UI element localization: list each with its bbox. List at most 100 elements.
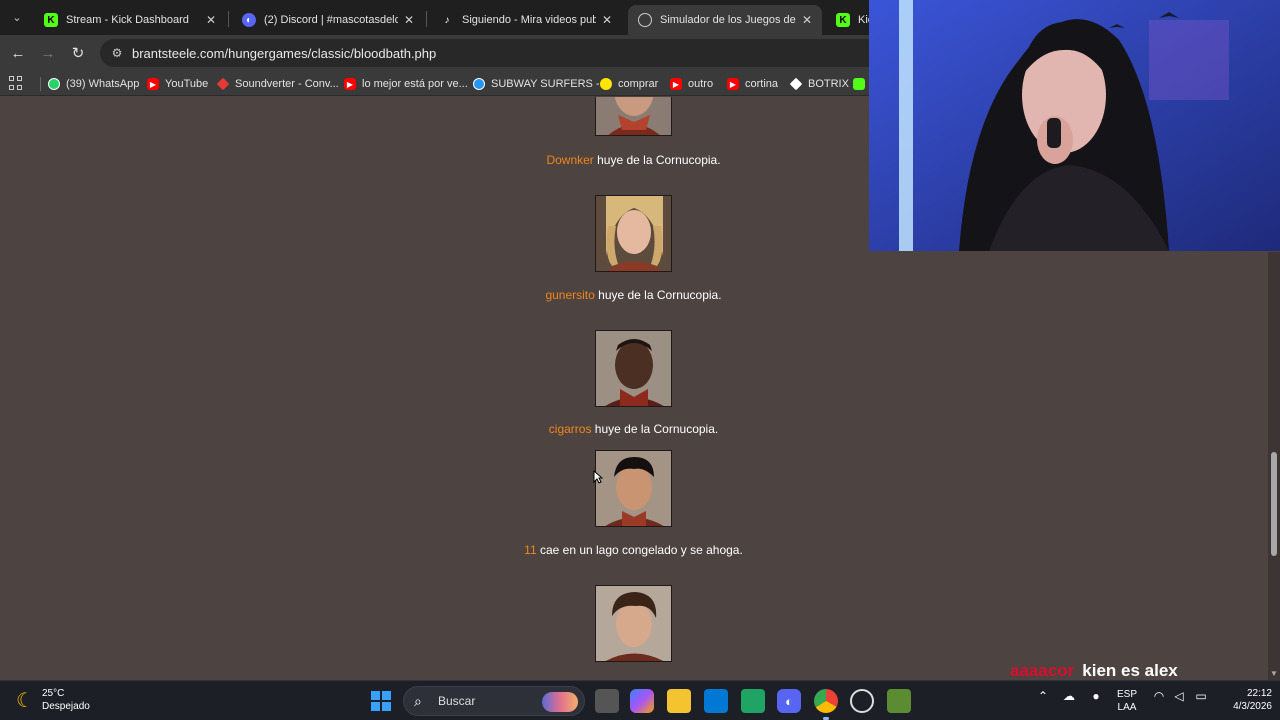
tribute-portrait	[595, 585, 672, 662]
chrome-icon[interactable]	[814, 689, 838, 713]
site-info-icon[interactable]: ⚙	[110, 46, 124, 60]
apps-grid-icon[interactable]	[9, 76, 23, 90]
webcam-overlay	[869, 0, 1280, 251]
language-indicator[interactable]: ESP LAA	[1112, 688, 1142, 714]
discord-taskbar-icon[interactable]: ◐	[777, 689, 801, 713]
botrix-icon	[789, 77, 803, 91]
close-tab-icon[interactable]: ✕	[802, 13, 812, 27]
bookmark-label: cortina	[745, 78, 779, 90]
bookmark-botrix[interactable]: BOTRIX	[789, 75, 849, 93]
minecraft-icon[interactable]	[887, 689, 911, 713]
youtube-icon: ▶	[147, 78, 159, 90]
bookmark-youtube[interactable]: ▶ YouTube	[147, 75, 208, 93]
weather-temp: 25°C	[42, 688, 65, 699]
microphone-icon[interactable]: ●	[1089, 689, 1103, 703]
bookmark-label: comprar	[618, 78, 659, 90]
tab-title: Siguiendo - Mira videos publica	[462, 14, 596, 26]
bookmark-label: BOTRIX	[808, 78, 849, 90]
windows-start-icon[interactable]	[369, 689, 393, 713]
forward-arrow-icon[interactable]: →	[38, 43, 58, 63]
tribute-name: gunersito	[545, 288, 595, 302]
stream-chat-overlay: aaaacor kien es alex	[1010, 660, 1178, 682]
event-line: 11 cae en un lago congelado y se ahoga.	[340, 543, 927, 557]
kick-icon	[853, 78, 865, 90]
bookmark-label: SUBWAY SURFERS -...	[491, 78, 609, 90]
tab-tiktok[interactable]: ♪ Siguiendo - Mira videos publica ✕	[430, 5, 622, 35]
moon-icon: ☾	[16, 689, 34, 712]
bookmark-soundverter[interactable]: Soundverter - Conv...	[216, 75, 339, 93]
bookmark-cortina[interactable]: ▶ cortina	[727, 75, 778, 93]
spreadsheet-app-icon[interactable]	[741, 689, 765, 713]
reload-icon[interactable]: ↻	[68, 43, 88, 63]
battery-icon[interactable]: ▭	[1192, 689, 1210, 703]
youtube-icon: ▶	[670, 78, 682, 90]
weather-desc: Despejado	[42, 701, 90, 712]
weather-widget[interactable]: ☾ 25°C Despejado	[14, 687, 90, 713]
chat-username: aaaacor	[1010, 661, 1075, 680]
onedrive-icon[interactable]: ☁	[1061, 689, 1077, 703]
page-scrollbar[interactable]: ▼	[1268, 252, 1280, 680]
youtube-icon: ▶	[727, 78, 739, 90]
bookmark-outro[interactable]: ▶ outro	[670, 75, 713, 93]
streamer-webcam-image	[869, 0, 1280, 251]
discord-icon: ◐	[242, 13, 256, 27]
microsoft-store-icon[interactable]	[704, 689, 728, 713]
wifi-icon[interactable]: ◠	[1151, 689, 1167, 703]
event-text: huye de la Cornucopia.	[591, 422, 719, 436]
tribute-name: cigarros	[548, 422, 592, 436]
search-placeholder: Buscar	[438, 694, 476, 708]
bookmark-lo-mejor[interactable]: ▶ lo mejor está por ve...	[344, 75, 468, 93]
bookmark-comprar[interactable]: comprar	[600, 75, 658, 93]
event-line: Downker huye de la Cornucopia.	[340, 153, 927, 167]
event-text: cae en un lago congelado y se ahoga.	[536, 543, 743, 557]
obs-icon[interactable]	[850, 689, 874, 713]
tab-title: Simulador de los Juegos del Ha	[660, 14, 796, 26]
scroll-thumb[interactable]	[1271, 452, 1277, 556]
tab-simulador-active[interactable]: Simulador de los Juegos del Ha ✕	[628, 5, 822, 35]
tab-discord[interactable]: ◐ (2) Discord | #mascotasdelchat ✕	[232, 5, 424, 35]
clock-date: 4/3/2026	[1233, 701, 1272, 712]
back-arrow-icon[interactable]: ←	[8, 43, 28, 63]
mouse-cursor-icon	[593, 470, 603, 484]
tribute-name: 11	[524, 543, 537, 557]
tribute-portrait	[595, 450, 672, 527]
tab-kick-dashboard[interactable]: K Stream - Kick Dashboard ✕	[34, 5, 226, 35]
url-text[interactable]: brantsteele.com/hungergames/classic/bloo…	[132, 46, 436, 61]
globe-icon	[638, 13, 652, 27]
search-highlight-image	[542, 692, 578, 712]
tab-separator	[426, 11, 427, 27]
bookmark-subway-surfers[interactable]: SUBWAY SURFERS -...	[473, 75, 609, 93]
chat-message: kien es alex	[1082, 661, 1178, 680]
bookmark-label: outro	[688, 78, 714, 90]
tab-search-dropdown-icon[interactable]: ⌄	[6, 6, 28, 28]
clock-time: 22:12	[1246, 688, 1272, 699]
event-line: cigarros huye de la Cornucopia.	[340, 422, 927, 436]
tab-title: Stream - Kick Dashboard	[66, 14, 189, 26]
taskbar-search[interactable]: ⌕ Buscar	[403, 686, 585, 716]
youtube-icon: ▶	[344, 78, 356, 90]
close-tab-icon[interactable]: ✕	[206, 13, 216, 27]
bookmarks-separator	[40, 77, 41, 91]
system-clock[interactable]: 22:12 4/3/2026	[1212, 687, 1272, 713]
tab-title: (2) Discord | #mascotasdelchat	[264, 14, 398, 26]
file-explorer-icon[interactable]	[667, 689, 691, 713]
volume-icon[interactable]: ◁	[1171, 689, 1187, 703]
tray-overflow-chevron-icon[interactable]: ⌃	[1036, 689, 1050, 703]
mercadolibre-icon	[600, 78, 612, 90]
bookmark-label: Soundverter - Conv...	[235, 78, 339, 90]
close-tab-icon[interactable]: ✕	[602, 13, 612, 27]
language-code: ESP	[1116, 689, 1137, 700]
language-region: LAA	[1117, 702, 1137, 713]
scroll-down-arrow-icon[interactable]: ▼	[1270, 670, 1278, 678]
close-tab-icon[interactable]: ✕	[404, 13, 414, 27]
subway-icon	[473, 78, 485, 90]
bookmark-whatsapp[interactable]: (39) WhatsApp	[48, 75, 139, 93]
search-icon: ⌕	[414, 692, 422, 709]
soundverter-icon	[216, 77, 230, 91]
whatsapp-icon	[48, 78, 60, 90]
bookmark-label: lo mejor está por ve...	[362, 78, 468, 90]
tribute-portrait	[595, 330, 672, 407]
tribute-portrait	[595, 97, 672, 136]
task-view-icon[interactable]	[595, 689, 619, 713]
copilot-icon[interactable]	[630, 689, 654, 713]
